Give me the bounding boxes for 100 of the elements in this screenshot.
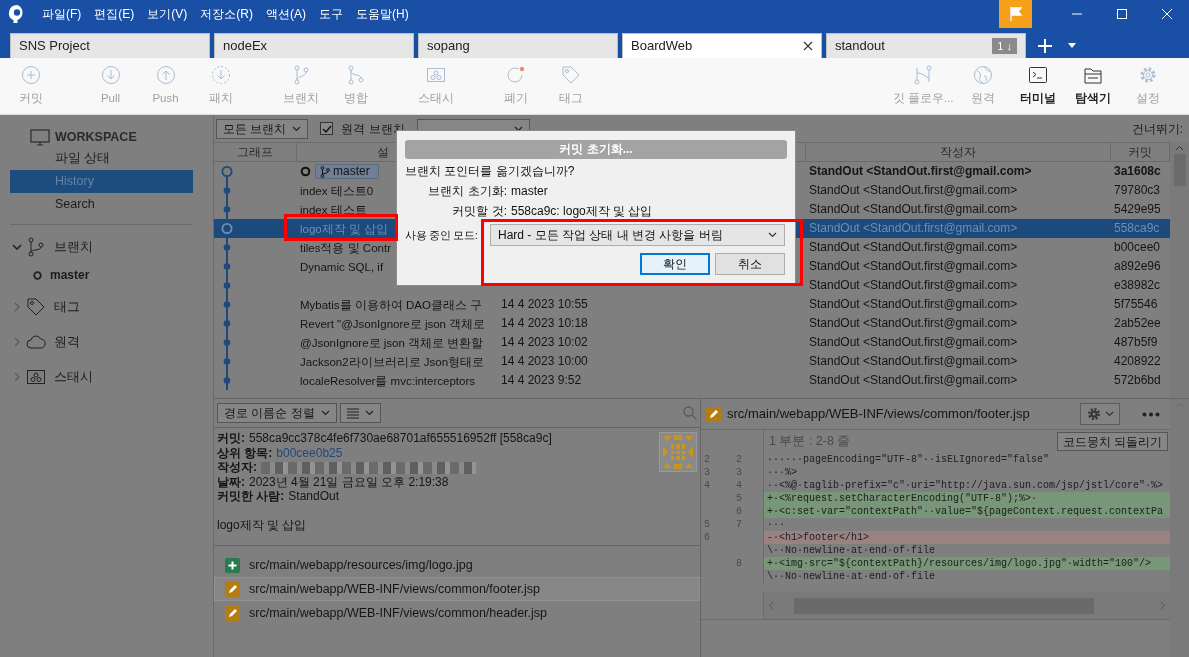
revert-hunk-button[interactable]: 코드뭉치 되돌리기 (1056, 432, 1168, 451)
repo-tab[interactable]: standout 1 ↓ (826, 33, 1026, 58)
commit-author: StandOut <StandOut.first@gmail.com> (809, 315, 1018, 332)
repo-tab[interactable]: nodeEx (214, 33, 414, 58)
caret-icon (768, 232, 777, 238)
repo-tab[interactable]: BoardWeb (622, 33, 822, 58)
file-row[interactable]: src/main/webapp/WEB-INF/views/common/footer.jsp (214, 577, 700, 601)
mode-dropdown[interactable]: Hard - 모든 작업 상태 내 변경 사항을 버림 (490, 224, 785, 246)
toolbar-button[interactable]: 폐기 (488, 64, 543, 108)
commit-description: Mybatis를 이용하여 DAO클래스 구 (300, 297, 483, 312)
commit-hash: e38982c (1114, 277, 1161, 294)
stash-icon (26, 367, 46, 387)
chevron-right-icon[interactable] (12, 337, 22, 347)
settings-dropdown[interactable] (1080, 403, 1120, 425)
menu-item[interactable]: 보기(V) (147, 5, 188, 23)
toolbar-button[interactable]: 원격 (955, 64, 1010, 108)
detail-value: StandOut (288, 489, 340, 503)
field-label: 커밋할 것: (451, 203, 507, 220)
tag-icon (560, 64, 581, 85)
close-icon[interactable] (1159, 8, 1174, 20)
tree-item[interactable]: 스태시 (0, 362, 205, 392)
repo-tab[interactable]: SNS Project (10, 33, 210, 58)
branch-item[interactable]: master (0, 263, 205, 287)
up-arrow-circle-icon (155, 64, 176, 85)
toolbar-button[interactable]: Pull (83, 64, 138, 108)
commit-author: StandOut <StandOut.first@gmail.com> (809, 334, 1018, 351)
scrollbar[interactable] (1170, 142, 1189, 398)
maximize-icon[interactable] (1114, 8, 1129, 20)
menu-item[interactable]: 도움말(H) (356, 5, 409, 23)
tree-item[interactable]: 브랜치 (0, 232, 205, 262)
monitor-icon (30, 128, 50, 146)
close-icon[interactable] (803, 41, 813, 51)
scroll-right-icon[interactable] (1160, 601, 1166, 610)
toolbar-button[interactable]: 태그 (543, 64, 598, 108)
commit-date: 14 4 2023 10:00 (501, 353, 588, 370)
head-marker-icon (300, 166, 311, 177)
detail-value: 2023년 4월 21일 금요일 오후 2:19:38 (249, 474, 449, 489)
tree-item[interactable]: 태그 (0, 292, 205, 322)
more-icon[interactable] (1142, 411, 1160, 417)
commit-description: Jackson2라이브러리로 Json형태로 (300, 354, 485, 369)
toolbar-button[interactable]: 브랜치 (273, 64, 328, 108)
toolbar-button[interactable]: Push (138, 64, 193, 108)
commit-description: index 테스트 (300, 202, 367, 217)
add-tab-icon[interactable] (1038, 38, 1052, 53)
scroll-left-icon[interactable] (768, 601, 774, 610)
commit-hash: 4208922 (1114, 353, 1161, 370)
menu-item[interactable]: 도구 (319, 5, 343, 23)
commit-hash: 5429e95 (1114, 201, 1161, 218)
chevron-right-icon[interactable] (12, 372, 22, 382)
sort-dropdown[interactable]: 경로 이름순 정렬 (217, 403, 337, 423)
toolbar-button[interactable]: 터미널 (1010, 64, 1065, 108)
toolbar-button[interactable]: 패치 (193, 64, 248, 108)
commit-author: StandOut <StandOut.first@gmail.com> (809, 277, 1018, 294)
parent-commit-link[interactable]: b00cee0b25 (276, 445, 343, 460)
caret-icon (1105, 411, 1114, 417)
toolbar-button[interactable]: 커밋 (3, 64, 58, 108)
column-header[interactable]: 작성자 (806, 143, 1111, 162)
undo-icon (505, 64, 526, 85)
merge-icon (345, 64, 366, 85)
sidebar-item[interactable]: Search (10, 193, 193, 216)
file-row[interactable]: src/main/webapp/WEB-INF/views/common/header.jsp (214, 601, 700, 625)
scroll-up-icon[interactable] (1175, 145, 1184, 151)
commit-hash: 5f75546 (1114, 296, 1158, 313)
toolbar-button[interactable]: 스태시 (408, 64, 463, 108)
cancel-button[interactable]: 취소 (715, 253, 785, 275)
toolbar-button[interactable]: 깃 플로우... (891, 64, 955, 108)
code-line: ······pageEncoding="UTF-8"··isELIgnored="false" (766, 453, 1051, 466)
flag-button[interactable] (999, 0, 1032, 28)
dialog-question: 브랜치 포인터를 옮기겠습니까? (405, 163, 576, 180)
detail-label: 커밋: (217, 431, 245, 445)
toolbar-button[interactable]: 탐색기 (1065, 64, 1120, 108)
menu-item[interactable]: 액션(A) (266, 5, 306, 23)
cloud-icon (26, 332, 46, 352)
menu-item[interactable]: 파일(F) (42, 5, 82, 23)
ok-button[interactable]: 확인 (640, 253, 710, 275)
branch-tag[interactable]: master (315, 164, 379, 179)
toolbar-button[interactable]: 병합 (328, 64, 383, 108)
branch-icon (320, 165, 330, 178)
scrollbar[interactable] (1170, 399, 1189, 657)
chevron-right-icon[interactable] (12, 302, 22, 312)
toolbar-button[interactable]: 설정 (1120, 64, 1175, 108)
commit-hash: 558ca9c (1114, 220, 1160, 237)
terminal-icon (1027, 64, 1048, 85)
commit-description: Revert "@JsonIgnore로 json 객체로 (300, 316, 486, 331)
tree-item[interactable]: 원격 (0, 327, 205, 357)
repo-tab[interactable]: sopang (418, 33, 618, 58)
column-header[interactable]: 그래프 (214, 143, 297, 162)
sidebar-item[interactable]: 파일 상태 (10, 147, 193, 170)
file-row[interactable]: src/main/webapp/resources/img/logo.jpg (214, 553, 700, 577)
search-icon[interactable] (683, 406, 697, 420)
code-line: ···%> (766, 466, 798, 479)
menu-item[interactable]: 저장소(R) (200, 5, 253, 23)
checkbox[interactable] (320, 122, 334, 135)
view-dropdown[interactable] (339, 403, 381, 423)
caret-icon[interactable] (1068, 43, 1076, 48)
commit-hash: a892e96 (1114, 258, 1161, 275)
branch-filter-dropdown[interactable]: 모든 브랜치 (216, 118, 309, 139)
scrollbar[interactable] (764, 592, 1170, 619)
chevron-down-icon[interactable] (12, 242, 22, 252)
menu-item[interactable]: 편집(E) (94, 5, 135, 23)
